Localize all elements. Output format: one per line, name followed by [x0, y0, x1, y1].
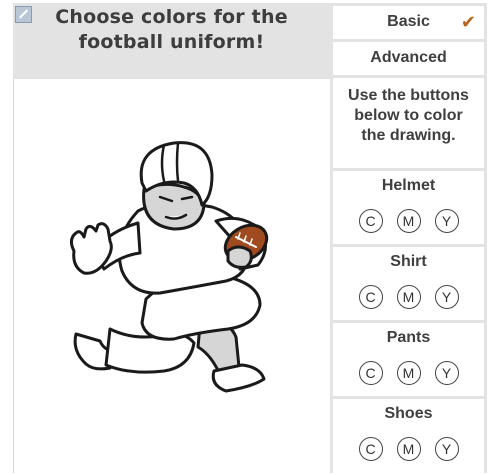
shoes-cyan-button[interactable]: C	[358, 437, 383, 461]
pants-magenta-button[interactable]: M	[396, 361, 421, 385]
instructions-line-1: Use the buttons	[348, 87, 469, 104]
football-player-drawing[interactable]	[14, 79, 330, 473]
section-shirt: Shirt CMY	[333, 247, 484, 320]
instructions-line-2: below to color	[354, 107, 463, 124]
section-pants: Pants CMY	[333, 323, 484, 396]
tab-advanced-label: Advanced	[370, 49, 447, 66]
section-shirt-title: Shirt	[390, 253, 427, 270]
helmet-cyan-button[interactable]: C	[358, 209, 383, 233]
page-title-line-2: football uniform!	[78, 31, 265, 53]
instructions-line-3: the drawing.	[361, 127, 456, 144]
coloring-canvas[interactable]	[14, 79, 330, 473]
section-helmet: Helmet CMY	[333, 171, 484, 244]
title-header: Choose colors for the football uniform!	[13, 3, 330, 79]
tab-basic[interactable]: Basic ✔	[333, 6, 484, 39]
page-title: Choose colors for the football uniform!	[13, 5, 330, 55]
helmet-yellow-button[interactable]: Y	[434, 209, 459, 233]
front-shoe	[211, 363, 266, 393]
section-pants-title: Pants	[386, 329, 431, 346]
tab-advanced[interactable]: Advanced	[333, 42, 484, 75]
instructions-panel: Use the buttons below to color the drawi…	[333, 78, 484, 168]
pants-cyan-button[interactable]: C	[358, 361, 383, 385]
shirt-yellow-button[interactable]: Y	[434, 285, 459, 309]
section-shoes: Shoes CMY	[333, 399, 484, 473]
pants-yellow-button[interactable]: Y	[434, 361, 459, 385]
sidebar: Basic ✔ Advanced Use the buttons below t…	[330, 3, 487, 473]
helmet-magenta-button[interactable]: M	[396, 209, 421, 233]
instructions-text: Use the buttons below to color the drawi…	[339, 86, 478, 146]
page-title-line-1: Choose colors for the	[55, 6, 288, 28]
check-icon: ✔	[460, 12, 476, 33]
shoes-magenta-button[interactable]: M	[396, 437, 421, 461]
section-shoes-title: Shoes	[384, 405, 433, 422]
shirt-cyan-button[interactable]: C	[358, 285, 383, 309]
shoes-yellow-button[interactable]: Y	[434, 437, 459, 461]
right-hand	[226, 245, 253, 269]
section-helmet-title: Helmet	[381, 177, 436, 194]
shirt-magenta-button[interactable]: M	[396, 285, 421, 309]
